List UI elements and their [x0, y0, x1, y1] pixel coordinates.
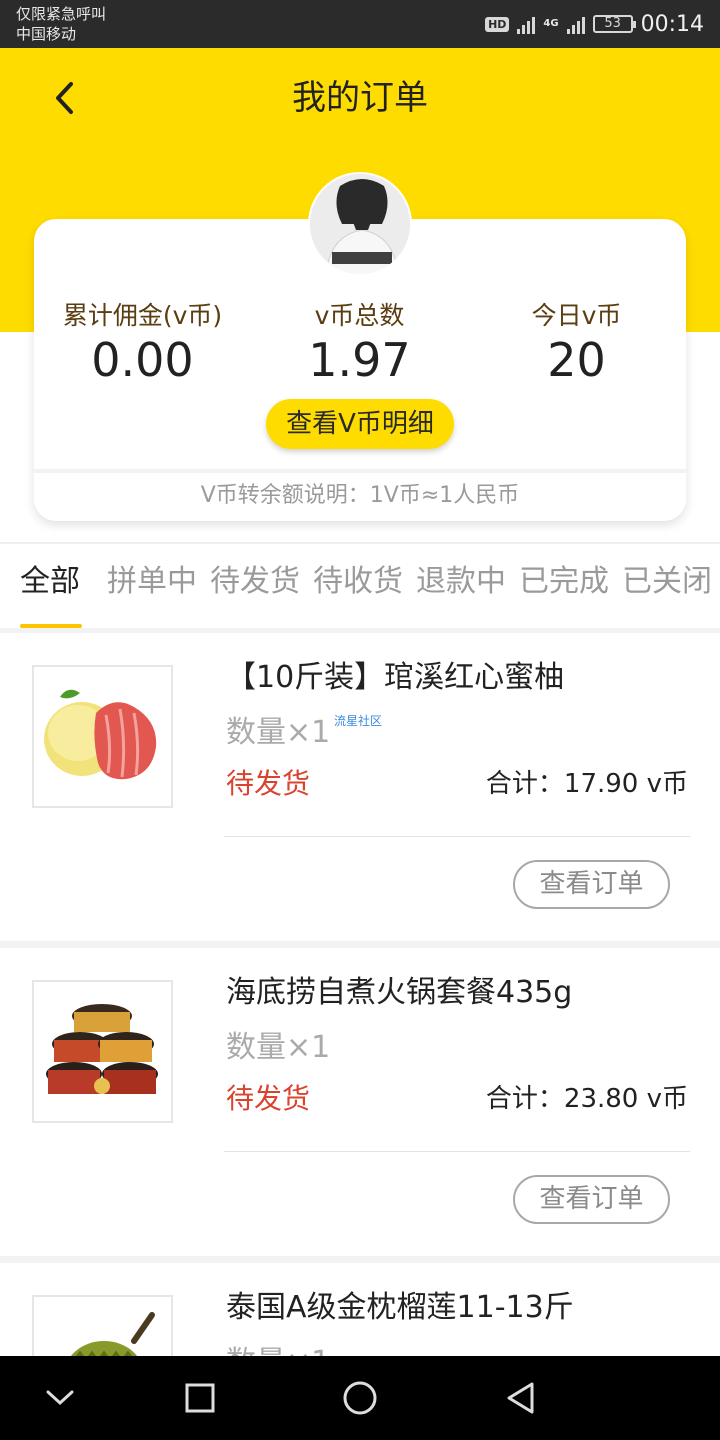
product-quantity: 数量×1	[226, 1030, 331, 1065]
carrier-name: 中国移动	[16, 25, 77, 43]
product-name: 【10斤装】琯溪红心蜜柚	[226, 660, 565, 695]
tab-all[interactable]: 全部	[20, 562, 80, 602]
tab-to-receive[interactable]: 待收货	[313, 562, 403, 602]
order-card: 【10斤装】琯溪红心蜜柚 数量×1 流星社区 待发货 合计：17.90 v币 查…	[0, 633, 720, 941]
durian-icon	[70, 1312, 155, 1356]
clock: 00:14	[640, 11, 704, 37]
stat-label: v币总数	[314, 301, 405, 330]
circle-icon	[343, 1381, 377, 1415]
product-quantity: 数量×1	[226, 1343, 330, 1356]
order-status: 待发货	[226, 767, 311, 800]
tab-group-buying[interactable]: 拼单中	[107, 562, 197, 602]
network-type-icon: 4G	[543, 18, 559, 29]
divider	[224, 836, 690, 837]
hotpot-icon	[46, 1004, 158, 1094]
triangle-back-icon	[507, 1382, 534, 1414]
battery-icon: 53	[592, 15, 636, 33]
nav-home-button[interactable]	[338, 1376, 382, 1420]
user-avatar-icon	[310, 174, 410, 274]
tab-closed[interactable]: 已关闭	[622, 562, 712, 602]
order-total: 合计：23.80 v币	[485, 1084, 688, 1114]
product-image[interactable]	[32, 665, 173, 808]
page-title: 我的订单	[292, 78, 428, 118]
stats-row: 累计佣金(v币) 0.00 v币总数 1.97 今日v币 20	[34, 299, 686, 387]
signal-icon	[517, 14, 536, 34]
view-order-button[interactable]: 查看订单	[513, 1175, 670, 1224]
order-total: 合计：17.90 v币	[485, 769, 688, 799]
product-image[interactable]	[32, 1295, 173, 1356]
nav-back-button[interactable]	[498, 1376, 542, 1420]
nav-collapse-button[interactable]	[38, 1376, 82, 1420]
hd-icon: HD	[485, 16, 510, 32]
carrier-emergency-text: 仅限紧急呼叫	[16, 5, 107, 23]
order-status-tabs: 全部 拼单中 待发货 待收货 退款中 已完成 已关闭	[0, 542, 720, 628]
view-vcoin-detail-button[interactable]: 查看V币明细	[266, 399, 454, 449]
pomelo-icon	[44, 689, 157, 780]
avatar[interactable]	[308, 172, 412, 276]
order-card: 泰国A级金枕榴莲11-13斤 数量×1	[0, 1263, 720, 1356]
stat-label: 累计佣金(v币)	[62, 301, 223, 330]
divider	[224, 1151, 690, 1152]
watermark-tag: 流星社区	[334, 714, 383, 728]
stat-value: 1.97	[308, 333, 411, 387]
nav-recents-button[interactable]	[178, 1376, 222, 1420]
tab-completed[interactable]: 已完成	[519, 562, 609, 602]
status-bar: 仅限紧急呼叫 中国移动 HD 4G 53 00:14	[0, 0, 720, 48]
chevron-down-icon	[46, 1390, 74, 1406]
divider	[34, 469, 686, 473]
stat-value: 0.00	[91, 333, 194, 387]
tab-refunding[interactable]: 退款中	[416, 562, 506, 602]
square-icon	[185, 1383, 215, 1413]
product-name: 海底捞自煮火锅套餐435g	[226, 975, 573, 1010]
vcoin-conversion-note: V币转余额说明：1V币≈1人民币	[200, 483, 520, 508]
stat-total-vcoin: v币总数 1.97	[251, 299, 468, 387]
stat-label: 今日v币	[531, 301, 622, 330]
product-image[interactable]	[32, 980, 173, 1123]
stat-today-vcoin: 今日v币 20	[468, 299, 685, 387]
product-quantity: 数量×1	[226, 715, 331, 750]
view-order-button[interactable]: 查看订单	[513, 860, 670, 909]
stat-value: 20	[547, 333, 606, 387]
signal-icon-2	[566, 14, 585, 34]
system-navigation-bar	[0, 1356, 720, 1440]
tab-to-ship[interactable]: 待发货	[210, 562, 300, 602]
active-tab-indicator	[20, 624, 82, 628]
stat-commission: 累计佣金(v币) 0.00	[34, 299, 251, 387]
product-name: 泰国A级金枕榴莲11-13斤	[226, 1290, 574, 1325]
status-icons: HD 4G 53 00:14	[485, 0, 704, 48]
carrier-info: 仅限紧急呼叫 中国移动	[16, 4, 106, 44]
order-status: 待发货	[226, 1082, 311, 1115]
order-card: 海底捞自煮火锅套餐435g 数量×1 待发货 合计：23.80 v币 查看订单	[0, 948, 720, 1256]
